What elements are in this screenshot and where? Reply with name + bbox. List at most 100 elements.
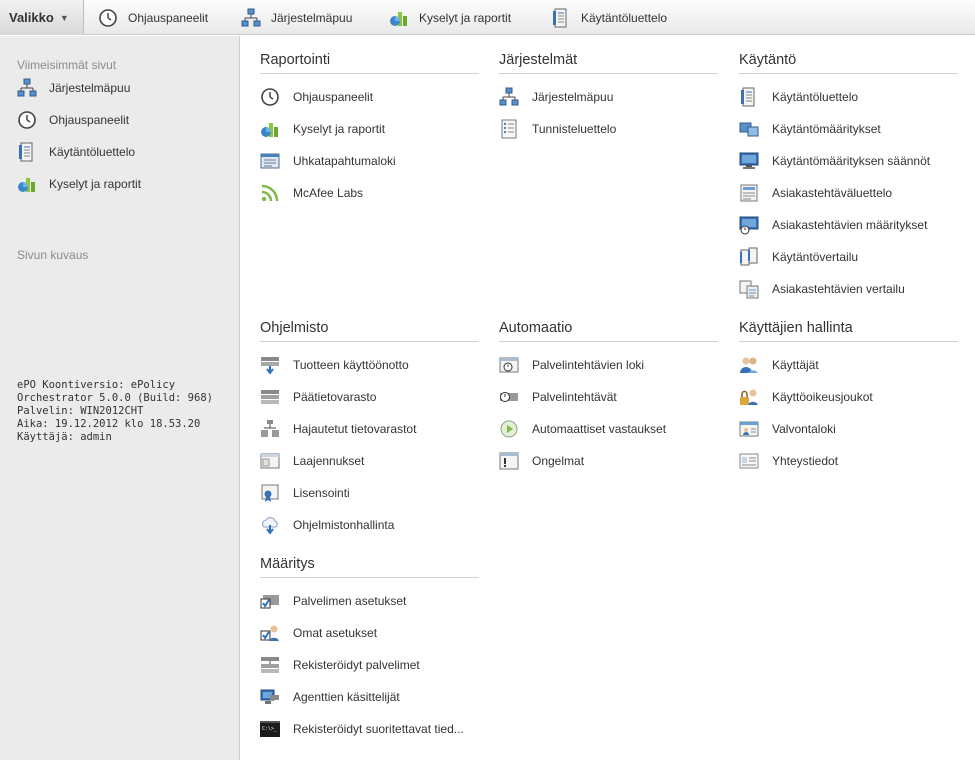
tag-catalog-icon: [499, 119, 519, 139]
server-tasks-icon: [499, 387, 519, 407]
section-title: Käyttäjien hallinta: [739, 320, 958, 342]
dashboard-icon: [98, 8, 118, 28]
section-title: Raportointi: [260, 52, 479, 74]
link-audit-log[interactable]: Valvontaloki: [739, 418, 836, 440]
link-label: Ongelmat: [532, 454, 585, 468]
topnav-policy-catalog[interactable]: Käytäntöluettelo: [551, 0, 667, 35]
link-label: Käytäntömäärityksen säännöt: [772, 154, 931, 168]
link-client-task-catalog[interactable]: Asiakastehtäväluettelo: [739, 182, 892, 204]
link-software-manager[interactable]: Ohjelmistonhallinta: [260, 514, 394, 536]
dashboard-icon: [260, 87, 280, 107]
users-icon: [739, 355, 759, 375]
link-automatic-responses[interactable]: Automaattiset vastaukset: [499, 418, 666, 440]
link-product-deployment[interactable]: Tuotteen käyttöönotto: [260, 354, 409, 376]
system-tree-icon: [17, 78, 37, 98]
link-registered-executables[interactable]: C:\>_ Rekisteröidyt suoritettavat tied..…: [260, 718, 464, 740]
link-label: Käytäntövertailu: [772, 250, 859, 264]
link-distributed-repositories[interactable]: Hajautetut tietovarastot: [260, 418, 416, 440]
recent-item-queries-reports[interactable]: Kyselyt ja raportit: [17, 174, 141, 194]
link-issues[interactable]: Ongelmat: [499, 450, 584, 472]
link-label: Automaattiset vastaukset: [532, 422, 667, 436]
link-label: Palvelintehtävien loki: [532, 358, 645, 372]
link-users[interactable]: Käyttäjät: [739, 354, 819, 376]
section-title: Ohjelmisto: [260, 320, 479, 342]
recent-pages-heading: Viimeisimmät sivut: [17, 58, 117, 72]
recent-item-label: Kyselyt ja raportit: [49, 177, 142, 191]
link-label: Käyttöoikeusjoukot: [772, 390, 873, 404]
link-label: Uhkatapahtumaloki: [293, 154, 396, 168]
info-line: Palvelin: WIN2012CHT: [17, 405, 144, 417]
extensions-icon: [260, 451, 280, 471]
client-task-comparison-icon: [739, 279, 759, 299]
link-label: Asiakastehtävien vertailu: [772, 282, 905, 296]
chevron-down-icon: ▼: [59, 12, 69, 23]
link-system-tree[interactable]: Järjestelmäpuu: [499, 86, 613, 108]
issues-icon: [499, 451, 519, 471]
link-server-tasks[interactable]: Palvelintehtävät: [499, 386, 617, 408]
link-permission-sets[interactable]: Käyttöoikeusjoukot: [739, 386, 873, 408]
page-description-heading: Sivun kuvaus: [17, 248, 89, 262]
link-policy-assignment[interactable]: Käytäntömääritykset: [739, 118, 881, 140]
link-contacts[interactable]: Yhteystiedot: [739, 450, 838, 472]
link-label: Järjestelmäpuu: [532, 90, 614, 104]
info-line: ePO Koontiversio: ePolicy: [17, 379, 176, 391]
recent-item-system-tree[interactable]: Järjestelmäpuu: [17, 78, 130, 98]
topnav-system-tree[interactable]: Järjestelmäpuu: [241, 0, 352, 35]
link-licensing[interactable]: Lisensointi: [260, 482, 350, 504]
link-label: Käyttäjät: [772, 358, 819, 372]
link-server-task-log[interactable]: Palvelintehtävien loki: [499, 354, 644, 376]
link-policy-comparison[interactable]: Käytäntövertailu: [739, 246, 858, 268]
policy-assignment-icon: [739, 119, 759, 139]
link-label: Yhteystiedot: [772, 454, 839, 468]
link-label: Laajennukset: [293, 454, 365, 468]
link-threat-event-log[interactable]: Uhkatapahtumaloki: [260, 150, 396, 172]
section-title: Käytäntö: [739, 52, 958, 74]
link-queries-reports[interactable]: Kyselyt ja raportit: [260, 118, 385, 140]
server-task-log-icon: [499, 355, 519, 375]
section-systems: Järjestelmät Järjestelmäpuu Tunnisteluet…: [499, 52, 718, 139]
svg-text:C:\>_: C:\>_: [262, 726, 278, 732]
policy-catalog-icon: [17, 142, 37, 162]
link-master-repository[interactable]: Päätietovarasto: [260, 386, 376, 408]
link-extensions[interactable]: Laajennukset: [260, 450, 364, 472]
section-software: Ohjelmisto Tuotteen käyttöönotto Päätiet…: [260, 320, 479, 535]
recent-item-label: Järjestelmäpuu: [49, 81, 131, 95]
link-tag-catalog[interactable]: Tunnisteluettelo: [499, 118, 616, 140]
link-label: Ohjelmistonhallinta: [293, 518, 395, 532]
system-tree-icon: [499, 87, 519, 107]
info-line: Orchestrator 5.0.0 (Build: 968): [17, 392, 213, 404]
link-client-task-comparison[interactable]: Asiakastehtävien vertailu: [739, 278, 905, 300]
topnav-queries-reports[interactable]: Kyselyt ja raportit: [389, 0, 511, 35]
link-registered-servers[interactable]: Rekisteröidyt palvelimet: [260, 654, 420, 676]
client-task-assignment-icon: [739, 215, 759, 235]
topnav-dashboards[interactable]: Ohjauspaneelit: [98, 0, 208, 35]
recent-item-policy-catalog[interactable]: Käytäntöluettelo: [17, 142, 135, 162]
link-server-settings[interactable]: Palvelimen asetukset: [260, 590, 406, 612]
link-label: Hajautetut tietovarastot: [293, 422, 417, 436]
link-label: Tunnisteluettelo: [532, 122, 617, 136]
software-manager-icon: [260, 515, 280, 535]
link-client-task-assignment[interactable]: Asiakastehtävien määritykset: [739, 214, 927, 236]
policy-catalog-icon: [739, 87, 759, 107]
queries-reports-icon: [260, 119, 280, 139]
link-label: Palvelimen asetukset: [293, 594, 407, 608]
link-dashboards[interactable]: Ohjauspaneelit: [260, 86, 373, 108]
automatic-responses-icon: [499, 419, 519, 439]
section-configuration: Määritys Palvelimen asetukset Omat asetu…: [260, 556, 479, 737]
link-policy-catalog[interactable]: Käytäntöluettelo: [739, 86, 858, 108]
link-personal-settings[interactable]: Omat asetukset: [260, 622, 377, 644]
distributed-repositories-icon: [260, 419, 280, 439]
menu-button[interactable]: Valikko ▼: [0, 0, 84, 35]
link-agent-handlers[interactable]: Agenttien käsittelijät: [260, 686, 400, 708]
registered-servers-icon: [260, 655, 280, 675]
link-mcafee-labs[interactable]: McAfee Labs: [260, 182, 363, 204]
section-policy: Käytäntö Käytäntöluettelo Käytäntömäärit…: [739, 52, 958, 299]
section-reporting: Raportointi Ohjauspaneelit Kyselyt ja ra…: [260, 52, 479, 202]
policy-assignment-rules-icon: [739, 151, 759, 171]
link-label: Rekisteröidyt suoritettavat tied...: [293, 722, 464, 736]
link-policy-assignment-rules[interactable]: Käytäntömäärityksen säännöt: [739, 150, 930, 172]
info-line: Käyttäjä: admin: [17, 431, 112, 443]
recent-item-dashboards[interactable]: Ohjauspaneelit: [17, 110, 129, 130]
audit-log-icon: [739, 419, 759, 439]
sidebar: Viimeisimmät sivut Järjestelmäpuu Ohjaus…: [0, 36, 240, 760]
